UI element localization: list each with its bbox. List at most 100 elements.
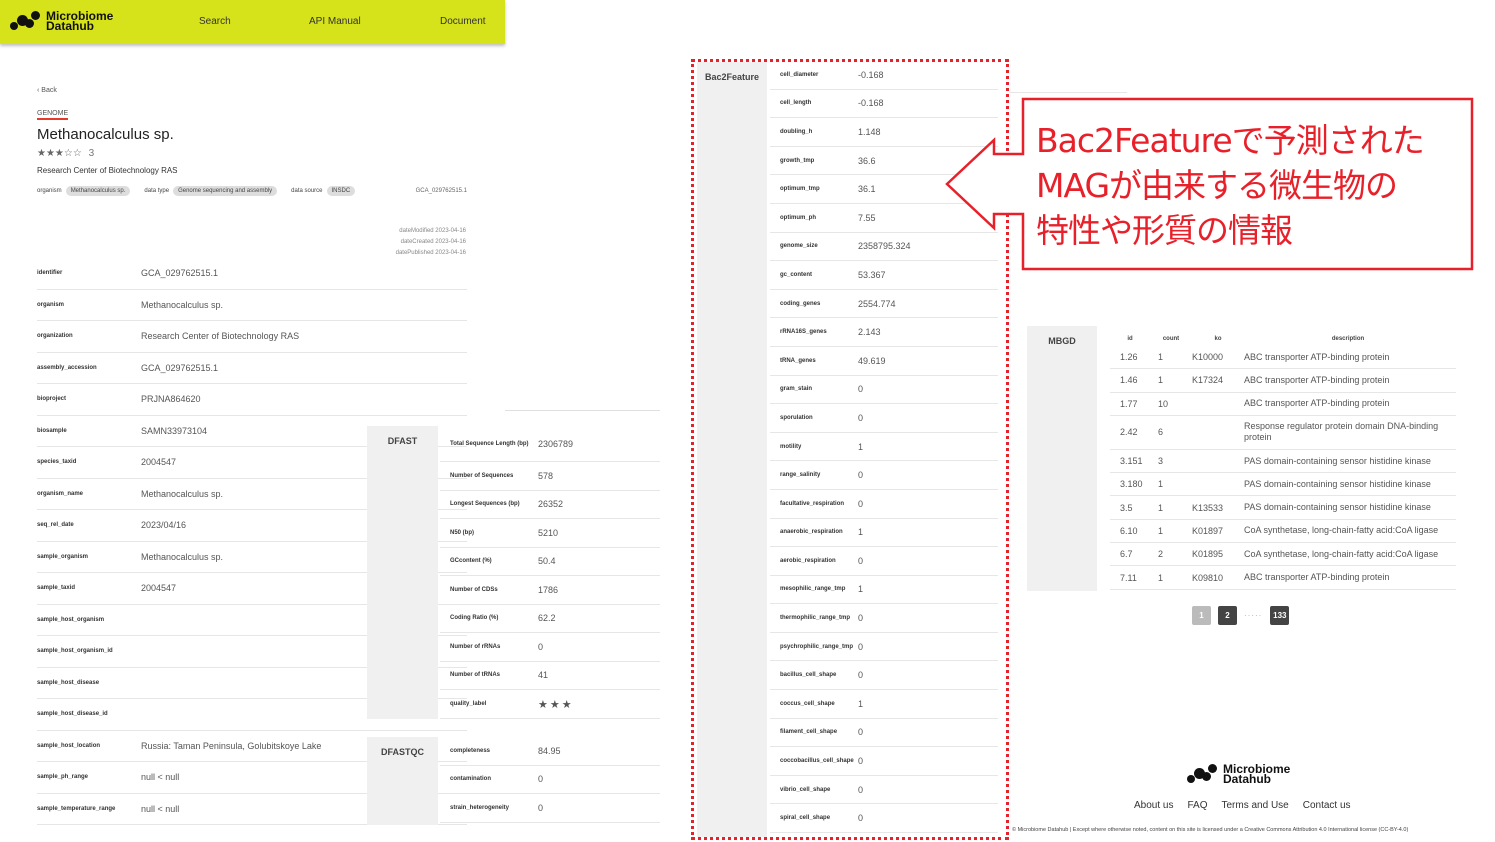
mbgd-ko: K09810 (1192, 572, 1224, 583)
info-value: Research Center of Biotechnology RAS (141, 331, 300, 342)
logo-text: Microbiome Datahub (1223, 762, 1291, 786)
info-key: sample_temperature_range (37, 805, 116, 812)
info-row: organization Research Center of Biotechno… (37, 321, 467, 353)
dfast-value: 41 (538, 670, 549, 681)
organism-pill[interactable]: Methanocalculus sp. (65, 186, 131, 196)
mbgd-ko: K01895 (1192, 549, 1224, 560)
mbgd-label: MBGD (1027, 326, 1097, 591)
logo-text: Microbiome Datahub (46, 9, 114, 33)
mbgd-description: ABC transporter ATP-binding protein (1244, 351, 1390, 362)
mbgd-row: 6.10 1 K01897 CoA synthetase, long-chain-fa… (1110, 520, 1456, 544)
nav-search[interactable]: Search (199, 16, 231, 27)
mbgd-description: PAS domain-containing sensor histidine k… (1244, 502, 1431, 513)
mbgd-count: 3 (1158, 456, 1164, 467)
info-key: identifier (37, 270, 63, 277)
dfastqc-row: contamination 0 (440, 766, 660, 794)
info-row: bioproject PRJNA864620 (37, 384, 467, 416)
mbgd-row: 3.5 1 K13533 PAS domain-containing sensor h… (1110, 496, 1456, 520)
info-key: sample_host_organism (37, 616, 105, 623)
info-value: GCA_029762515.1 (141, 362, 219, 373)
mbgd-row: 6.7 2 K01895 CoA synthetase, long-chain-fat… (1110, 543, 1456, 567)
data-type-pill[interactable]: Genome sequencing and assembly (173, 186, 278, 196)
dfast-label: DFAST (367, 426, 438, 719)
dfast-key: N50 (bp) (450, 529, 474, 536)
dfast-key: Number of tRNAs (450, 672, 501, 679)
nav-document[interactable]: Document (440, 16, 486, 27)
mbgd-count: 6 (1158, 427, 1164, 438)
dfast-value: 5210 (538, 527, 559, 538)
footer-about-link[interactable]: About us (1134, 800, 1173, 811)
info-key: sample_host_disease_id (37, 711, 108, 718)
dfast-table: Total Sequence Length (bp) 2306789 Number … (440, 426, 660, 719)
mbgd-description: CoA synthetase, long-chain-fatty acid:Co… (1244, 548, 1439, 559)
callout-line: MAGが由来する微生物の (1036, 166, 1398, 205)
mbgd-count: 1 (1158, 525, 1164, 536)
info-key: sample_host_organism_id (37, 648, 113, 655)
mbgd-count: 10 (1158, 398, 1169, 409)
info-key: sample_organism (37, 553, 89, 560)
mbgd-id: 1.77 (1120, 398, 1138, 409)
date-info: dateModified 2023-04-16 dateCreated 2023… (340, 226, 466, 259)
mbgd-count: 2 (1158, 549, 1164, 560)
type-tag: GENOME (37, 110, 69, 120)
col-header-description: description (1331, 335, 1365, 342)
dfast-value: 50.4 (538, 556, 556, 567)
dfast-value: 62.2 (538, 613, 556, 624)
dfast-value: 0 (538, 641, 544, 652)
mbgd-id: 1.46 (1120, 375, 1138, 386)
data-source-pill[interactable]: INSDC (326, 186, 356, 196)
copyright: © Microbiome Datahub | Except where othe… (1012, 827, 1409, 833)
rating: ★★★☆☆ 3 (37, 148, 94, 159)
page-1-button[interactable]: 1 (1192, 606, 1211, 625)
meta-row: organism Methanocalculus sp. data type G… (37, 184, 467, 198)
col-header-ko: ko (1214, 336, 1222, 342)
page-last-button[interactable]: 133 (1270, 606, 1290, 625)
dfast-value: 578 (538, 470, 554, 481)
dfast-value: 2306789 (538, 438, 574, 449)
dfastqc-key: completeness (450, 747, 491, 754)
col-header-count: count (1162, 336, 1180, 342)
date-modified: dateModified 2023-04-16 (399, 228, 466, 234)
logo-dots-icon (10, 11, 40, 31)
info-key: biosample (37, 427, 67, 434)
back-link[interactable]: ‹ Back (37, 87, 57, 94)
mbgd-id: 3.151 (1120, 456, 1143, 467)
info-value: Methanocalculus sp. (141, 488, 224, 499)
dfast-value: 26352 (538, 499, 564, 510)
mbgd-row: 1.77 10 ABC transporter ATP-binding protei… (1110, 393, 1456, 416)
info-value: SAMN33973104 (141, 425, 208, 436)
dfast-row: Number of tRNAs 41 (440, 662, 660, 690)
info-value: PRJNA864620 (141, 394, 201, 405)
footer-logo[interactable]: Microbiome Datahub (1187, 762, 1303, 786)
info-value: Methanocalculus sp. (141, 551, 224, 562)
dfast-key: Number of CDSs (450, 586, 498, 593)
page-2-button[interactable]: 2 (1218, 606, 1237, 625)
quality-stars-icon: ★★★ (538, 698, 574, 711)
info-key: sample_ph_range (37, 774, 89, 781)
info-value: GCA_029762515.1 (141, 268, 219, 279)
mbgd-description: ABC transporter ATP-binding protein (1244, 398, 1390, 409)
mbgd-ko: K10000 (1192, 352, 1224, 363)
footer-faq-link[interactable]: FAQ (1187, 800, 1207, 811)
dfast-row: Number of CDSs 1786 (440, 576, 660, 605)
footer-terms-link[interactable]: Terms and Use (1222, 800, 1289, 811)
info-value: Methanocalculus sp. (141, 299, 224, 310)
footer-contact-link[interactable]: Contact us (1303, 800, 1351, 811)
dfast-row: GCcontent (%) 50.4 (440, 548, 660, 576)
info-key: sample_host_location (37, 742, 101, 749)
mbgd-count: 1 (1158, 352, 1164, 363)
dfast-row: Coding Ratio (%) 62.2 (440, 605, 660, 633)
mbgd-id: 3.5 (1120, 502, 1133, 513)
info-key: assembly_accession (37, 364, 97, 371)
mbgd-id: 2.42 (1120, 427, 1138, 438)
footer-links: About us FAQ Terms and Use Contact us (1134, 800, 1365, 811)
logo-dots-icon (1187, 764, 1217, 784)
mbgd-count: 1 (1158, 502, 1164, 513)
site-logo[interactable]: Microbiome Datahub (10, 9, 126, 33)
mbgd-ko: K01897 (1192, 525, 1224, 536)
info-key: sample_host_disease (37, 679, 100, 686)
divider (1009, 92, 1127, 93)
callout-text: Bac2Featureで予測された MAGが由来する微生物の 特性や形質の情報 (1036, 118, 1468, 253)
nav-api-manual[interactable]: API Manual (309, 16, 361, 27)
dfastqc-value: 0 (538, 774, 544, 785)
